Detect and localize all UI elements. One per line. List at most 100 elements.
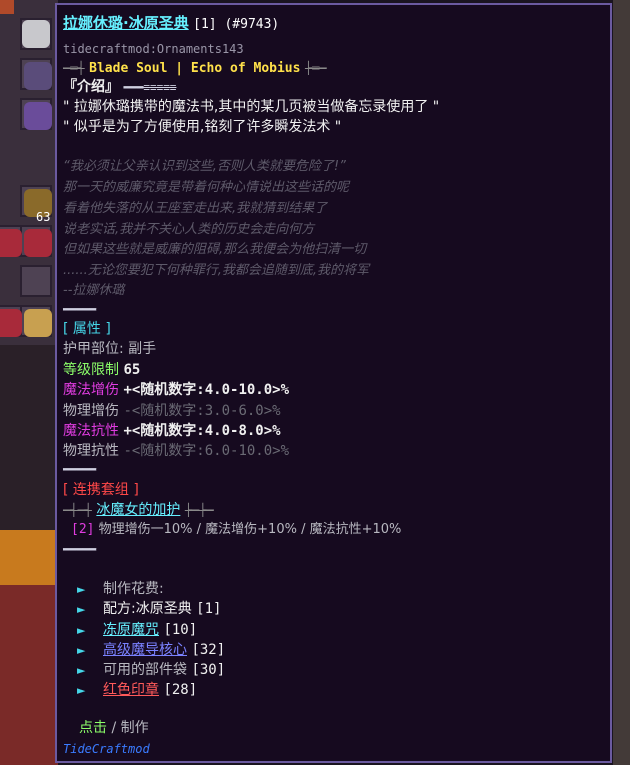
stat-value: +<随机数字:4.0-10.0>%: [123, 382, 290, 398]
item-tooltip: 拉娜休璐·冰原圣典 [1] (#9743) tidecraftmod:Ornam…: [55, 3, 612, 763]
set-right-deco: ├─├─: [184, 503, 214, 517]
intro-line: " 拉娜休璐携带的魔法书,其中的某几页被当做备忘录使用了 ": [63, 99, 440, 115]
craft-item: ► 红色印章 [28]: [77, 681, 197, 700]
mod-id: tidecraftmod:Ornaments143: [63, 42, 244, 56]
inventory-slot[interactable]: [20, 225, 52, 257]
stat-row: 魔法抗性 +<随机数字:4.0-8.0>%: [63, 422, 281, 440]
bullet-icon: ►: [77, 684, 86, 697]
armor-slot-value: 副手: [128, 341, 157, 357]
item-title-line: 拉娜休璐·冰原圣典 [1] (#9743): [63, 14, 279, 34]
armor-slot-label: 护甲部位:: [63, 341, 124, 357]
sword-icon: [24, 309, 52, 337]
mask-icon: [24, 62, 52, 90]
rune-icon: [24, 229, 52, 257]
rune-icon: [0, 309, 22, 337]
craft-item-count: [32]: [191, 642, 226, 658]
set-bonus-text: 物理增伤一10% / 魔法增伤+10% / 魔法抗性+10%: [98, 522, 402, 537]
separator: ═════: [63, 463, 97, 476]
world-dark: [0, 345, 58, 530]
inventory-slot[interactable]: [20, 58, 52, 90]
wizard-hat-icon: [24, 102, 52, 130]
craft-item-count: [1]: [196, 601, 222, 617]
intro-header-line: 『介绍』 ═══≡≡≡≡≡: [63, 78, 176, 97]
stat-label: 魔法增伤: [63, 382, 119, 398]
world-lava: [0, 530, 58, 585]
craft-item-name: 配方:冰原圣典: [103, 601, 192, 617]
craft-item: ► 配方:冰原圣典 [1]: [77, 600, 221, 619]
lore-line: 看着他失落的从王座室走出来,我就猜到结果了: [63, 201, 328, 216]
world-right-wall: [613, 0, 630, 765]
stack-count: 63: [36, 210, 51, 224]
bullet-icon: ►: [77, 624, 86, 637]
armor-slot-line: 护甲部位: 副手: [63, 340, 156, 358]
craft-item-link[interactable]: 冻原魔咒: [103, 622, 159, 638]
dice-icon: [22, 20, 50, 48]
mod-name: TideCraftmod: [63, 742, 150, 756]
intro-header: 『介绍』: [63, 79, 119, 95]
bullet-icon: ►: [77, 583, 86, 596]
inventory-slot[interactable]: [20, 305, 52, 337]
lore-line: 那一天的威廉究竟是带着何种心情说出这些话的呢: [63, 180, 350, 195]
stat-value: -<随机数字:3.0-6.0>%: [123, 403, 281, 419]
intro-deco: ═══≡≡≡≡≡: [123, 81, 177, 94]
set-left-deco: ─┤─┤: [63, 503, 92, 517]
craft-header-line: ► 制作花费:: [77, 580, 164, 599]
item-title: 拉娜休璐·冰原圣典: [63, 14, 189, 32]
stat-value: -<随机数字:6.0-10.0>%: [123, 443, 290, 459]
stat-label: 物理增伤: [63, 403, 119, 419]
set-bonus-line: [2] 物理增伤一10% / 魔法增伤+10% / 魔法抗性+10%: [71, 521, 401, 539]
stat-value: +<随机数字:4.0-8.0>%: [123, 423, 281, 439]
craft-item: ► 冻原魔咒 [10]: [77, 621, 197, 640]
lore-line: “我必须让父亲认识到这些,否则人类就要危险了!”: [63, 159, 346, 174]
inventory-slot[interactable]: [0, 225, 22, 257]
level-label: 等级限制: [63, 362, 119, 378]
stat-row: 物理增伤 -<随机数字:3.0-6.0>%: [63, 402, 281, 420]
separator: ═════: [63, 543, 97, 556]
craft-item-link[interactable]: 红色印章: [103, 682, 159, 698]
set-name-link[interactable]: 冰魔女的加护: [96, 502, 180, 518]
set-bonus-count: [2]: [71, 522, 95, 537]
lore-line: 说老实话,我并不关心人类的历史会走向何方: [63, 222, 315, 237]
craft-item: ► 可用的部件袋 [30]: [77, 661, 225, 680]
stat-label: 魔法抗性: [63, 423, 119, 439]
lore-line: --拉娜休璐: [63, 283, 125, 298]
inventory-tag: [0, 0, 14, 14]
subtitle-line: ─═┤ Blade Soul | Echo of Mobius ├═─: [63, 59, 327, 78]
set-header: [ 连携套组 ]: [63, 482, 139, 498]
item-id: [1] (#9743): [193, 17, 280, 32]
inventory-slot[interactable]: [0, 305, 22, 337]
craft-action[interactable]: 制作: [121, 720, 149, 736]
stat-label: 物理抗性: [63, 443, 119, 459]
bullet-icon: ►: [77, 644, 86, 657]
attributes-header: [ 属性 ]: [63, 321, 111, 337]
stat-row: 魔法增伤 +<随机数字:4.0-10.0>%: [63, 381, 289, 399]
intro-line: " 似乎是为了方便使用,铭刻了许多瞬发法术 ": [63, 119, 342, 135]
craft-header: 制作花费:: [103, 581, 164, 597]
craft-item-link[interactable]: 高级魔导核心: [103, 642, 187, 658]
rune-icon: [0, 229, 22, 257]
lore-line: ......无论您要犯下何种罪行,我都会追随到底,我的将军: [63, 263, 370, 278]
stat-row: 物理抗性 -<随机数字:6.0-10.0>%: [63, 442, 289, 460]
inventory-slot[interactable]: [20, 98, 52, 130]
level-value: 65: [123, 362, 141, 378]
set-line: ─┤─┤ 冰魔女的加护 ├─├─: [63, 501, 214, 519]
craft-item: ► 高级魔导核心 [32]: [77, 641, 225, 660]
bullet-icon: ►: [77, 603, 86, 616]
subtitle-left-deco: ─═┤: [63, 61, 85, 75]
inventory-slot[interactable]: [20, 265, 52, 297]
craft-item-count: [28]: [163, 682, 198, 698]
subtitle-right-deco: ├═─: [304, 61, 327, 75]
inventory-slot[interactable]: [20, 18, 52, 50]
level-line: 等级限制 65: [63, 361, 140, 379]
bullet-icon: ►: [77, 664, 86, 677]
craft-item-count: [30]: [191, 662, 226, 678]
action-separator: /: [111, 720, 117, 736]
separator: ═════: [63, 303, 97, 316]
lore-line: 但如果这些就是威廉的阻碍,那么我便会为他扫清一切: [63, 242, 367, 257]
world-brick: [0, 585, 58, 765]
click-action[interactable]: 点击: [79, 720, 107, 736]
craft-action-line: 点击 / 制作: [79, 719, 149, 737]
craft-item-count: [10]: [163, 622, 198, 638]
subtitle: Blade Soul | Echo of Mobius: [89, 61, 301, 76]
craft-item-name: 可用的部件袋: [103, 662, 187, 678]
